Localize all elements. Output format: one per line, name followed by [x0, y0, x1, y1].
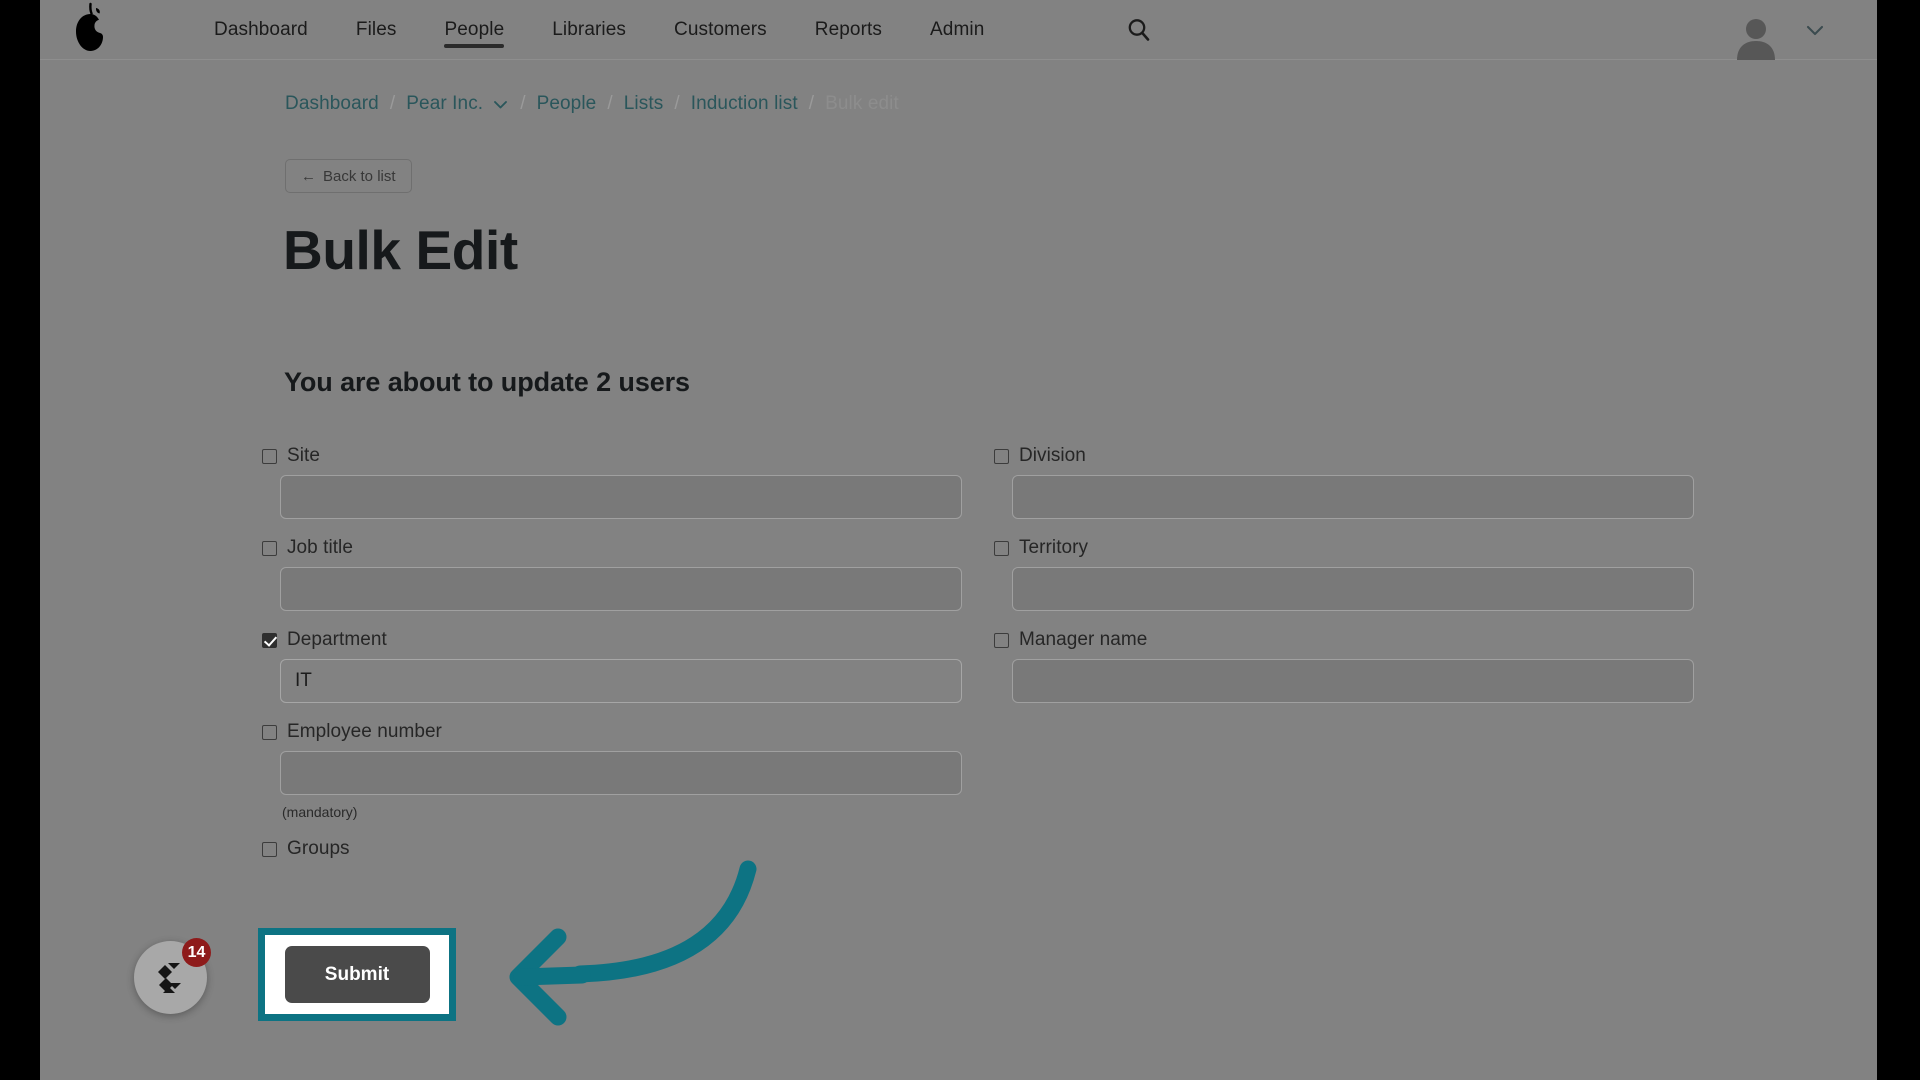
breadcrumb-item-lists[interactable]: Lists	[624, 93, 664, 115]
checkbox-groups[interactable]	[262, 841, 277, 857]
breadcrumb-separator: /	[808, 93, 815, 114]
nav-item-people[interactable]: People	[420, 0, 528, 60]
nav-item-label: Libraries	[552, 19, 627, 40]
back-to-list-button[interactable]: ← Back to list	[285, 159, 412, 193]
field-header: Site	[262, 443, 962, 469]
field-employee-number: Employee number (mandatory)	[262, 719, 962, 820]
breadcrumb-item-induction-list[interactable]: Induction list	[691, 93, 798, 115]
nav-item-reports[interactable]: Reports	[791, 0, 906, 60]
breadcrumb-chevron-down-icon[interactable]	[492, 96, 509, 113]
breadcrumb-item-people[interactable]: People	[537, 93, 597, 115]
back-to-list-label: Back to list	[323, 167, 396, 185]
nav-item-files[interactable]: Files	[332, 0, 421, 60]
checkbox-site[interactable]	[262, 448, 277, 464]
field-label: Manager name	[1019, 629, 1148, 650]
search-icon[interactable]	[1125, 16, 1153, 44]
field-label: Site	[287, 445, 320, 466]
nav-items: Dashboard Files People Libraries Custome…	[190, 0, 1008, 60]
input-employee-number[interactable]	[280, 751, 962, 795]
help-widget-button[interactable]: 14	[134, 938, 211, 1014]
screenshot-root: Dashboard Files People Libraries Custome…	[0, 0, 1920, 1080]
input-job-title[interactable]	[280, 567, 962, 611]
checkbox-manager-name[interactable]	[994, 632, 1009, 648]
nav-item-label: Customers	[674, 19, 767, 40]
nav-item-label: Admin	[930, 19, 985, 40]
field-label: Job title	[287, 537, 353, 558]
checkbox-department[interactable]	[262, 632, 277, 648]
left-arrow-icon: ←	[301, 167, 316, 185]
field-job-title: Job title	[262, 535, 962, 611]
nav-item-dashboard[interactable]: Dashboard	[190, 0, 332, 60]
field-manager-name: Manager name	[994, 627, 1694, 703]
field-site: Site	[262, 443, 962, 519]
field-territory: Territory	[994, 535, 1694, 611]
user-avatar-icon	[1733, 14, 1779, 60]
employee-number-mandatory-hint: (mandatory)	[282, 804, 358, 820]
breadcrumb-separator: /	[674, 93, 680, 114]
checkbox-territory[interactable]	[994, 540, 1009, 556]
form-row: Employee number (mandatory)	[262, 719, 1712, 820]
input-manager-name[interactable]	[1012, 659, 1694, 703]
top-navigation-bar: Dashboard Files People Libraries Custome…	[40, 0, 1877, 60]
submit-highlight-inner: Submit	[265, 935, 449, 1014]
field-header: Division	[994, 443, 1694, 469]
nav-item-customers[interactable]: Customers	[650, 0, 791, 60]
nav-item-label: People	[444, 19, 505, 40]
bulk-edit-form: Site Division Job title Territory Depart…	[262, 443, 1712, 884]
field-header: Manager name	[994, 627, 1694, 653]
field-label: Groups	[287, 838, 350, 859]
field-label: Employee number	[287, 721, 442, 742]
page-title: Bulk Edit	[283, 219, 518, 281]
field-header: Territory	[994, 535, 1694, 561]
nav-item-label: Files	[355, 19, 397, 40]
user-menu[interactable]	[1733, 0, 1825, 60]
submit-highlight-annotation: Submit	[258, 928, 456, 1021]
help-widget-badge: 14	[182, 938, 211, 967]
field-header: Job title	[262, 535, 962, 561]
checkbox-division[interactable]	[994, 448, 1009, 464]
breadcrumb-item-bulk-edit: Bulk edit	[825, 93, 899, 114]
breadcrumb-separator: /	[389, 93, 396, 114]
form-row: Groups	[262, 836, 1712, 868]
checkbox-employee-number[interactable]	[262, 724, 277, 740]
field-header: Groups	[262, 836, 962, 862]
nav-item-label: Reports	[814, 19, 883, 40]
input-territory[interactable]	[1012, 567, 1694, 611]
breadcrumb: Dashboard / Pear Inc. / People / Lists /…	[285, 93, 899, 115]
breadcrumb-item-dashboard[interactable]: Dashboard	[285, 93, 379, 115]
form-row: Site Division	[262, 443, 1712, 519]
field-groups: Groups	[262, 836, 962, 868]
nav-item-libraries[interactable]: Libraries	[528, 0, 650, 60]
submit-button[interactable]: Submit	[284, 946, 430, 1003]
update-summary-heading: You are about to update 2 users	[284, 367, 690, 397]
field-label: Division	[1019, 445, 1086, 466]
input-site[interactable]	[280, 475, 962, 519]
field-label: Department	[287, 629, 387, 650]
field-label: Territory	[1019, 537, 1089, 558]
field-header: Department	[262, 627, 962, 653]
nav-item-label: Dashboard	[214, 19, 308, 40]
field-department: Department	[262, 627, 962, 703]
breadcrumb-separator: /	[520, 93, 526, 114]
chevron-down-icon	[1805, 20, 1825, 40]
field-division: Division	[994, 443, 1694, 519]
field-header: Employee number	[262, 719, 962, 745]
checkbox-job-title[interactable]	[262, 540, 277, 556]
breadcrumb-item-pear-inc[interactable]: Pear Inc.	[406, 93, 483, 115]
input-department[interactable]	[280, 659, 962, 703]
form-row: Department Manager name	[262, 627, 1712, 703]
pear-logo-icon[interactable]	[67, 2, 111, 54]
breadcrumb-separator: /	[607, 93, 613, 114]
nav-item-admin[interactable]: Admin	[906, 0, 1008, 60]
form-row: Job title Territory	[262, 535, 1712, 611]
page-surface: Dashboard Files People Libraries Custome…	[40, 0, 1877, 1080]
input-division[interactable]	[1012, 475, 1694, 519]
